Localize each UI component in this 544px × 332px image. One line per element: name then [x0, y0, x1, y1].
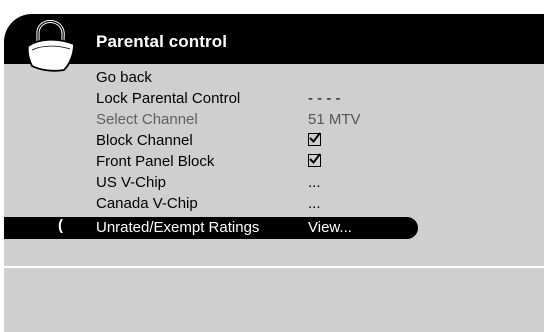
tv-menu-frame: Parental control Go back Lock Parental C… — [0, 0, 544, 332]
menu-item-block-channel[interactable]: Block Channel — [4, 131, 424, 151]
checkbox-checked-icon — [308, 153, 321, 167]
block-channel-checkbox[interactable] — [308, 132, 321, 149]
menu-item-label: US V-Chip — [96, 174, 167, 191]
padlock-icon — [26, 20, 75, 72]
view-action: View... — [308, 219, 352, 236]
menu-item-unrated-exempt-ratings[interactable]: ( Unrated/Exempt Ratings View... — [4, 217, 418, 239]
menu-item-label: Go back — [96, 69, 152, 86]
empty-submenu-area — [4, 266, 544, 332]
menu-item-front-panel-block[interactable]: Front Panel Block — [4, 152, 424, 172]
channel-value: 51 MTV — [308, 111, 361, 128]
menu-item-canada-v-chip[interactable]: Canada V-Chip ... — [4, 194, 424, 214]
submenu-ellipsis: ... — [308, 195, 321, 212]
parental-control-screen: Parental control Go back Lock Parental C… — [4, 14, 544, 332]
checkbox-checked-icon — [308, 132, 321, 146]
pin-code-value: - - - - — [308, 90, 341, 107]
menu-item-label: Lock Parental Control — [96, 90, 241, 107]
menu-item-label: Canada V-Chip — [96, 195, 198, 212]
submenu-ellipsis: ... — [308, 174, 321, 191]
menu-item-us-v-chip[interactable]: US V-Chip ... — [4, 173, 424, 193]
menu-item-lock-parental-control[interactable]: Lock Parental Control - - - - — [4, 89, 424, 109]
menu-item-label: Front Panel Block — [96, 153, 215, 170]
menu-header: Parental control — [4, 14, 544, 64]
front-panel-block-checkbox[interactable] — [308, 153, 321, 170]
menu-panel: Go back Lock Parental Control - - - - Se… — [4, 64, 544, 332]
menu-item-label: Select Channel — [96, 111, 198, 128]
selection-cursor-icon: ( — [58, 217, 63, 234]
menu-item-label: Unrated/Exempt Ratings — [96, 219, 260, 236]
menu-item-label: Block Channel — [96, 132, 193, 149]
page-title: Parental control — [96, 32, 228, 51]
menu-item-select-channel[interactable]: Select Channel 51 MTV — [4, 110, 424, 130]
